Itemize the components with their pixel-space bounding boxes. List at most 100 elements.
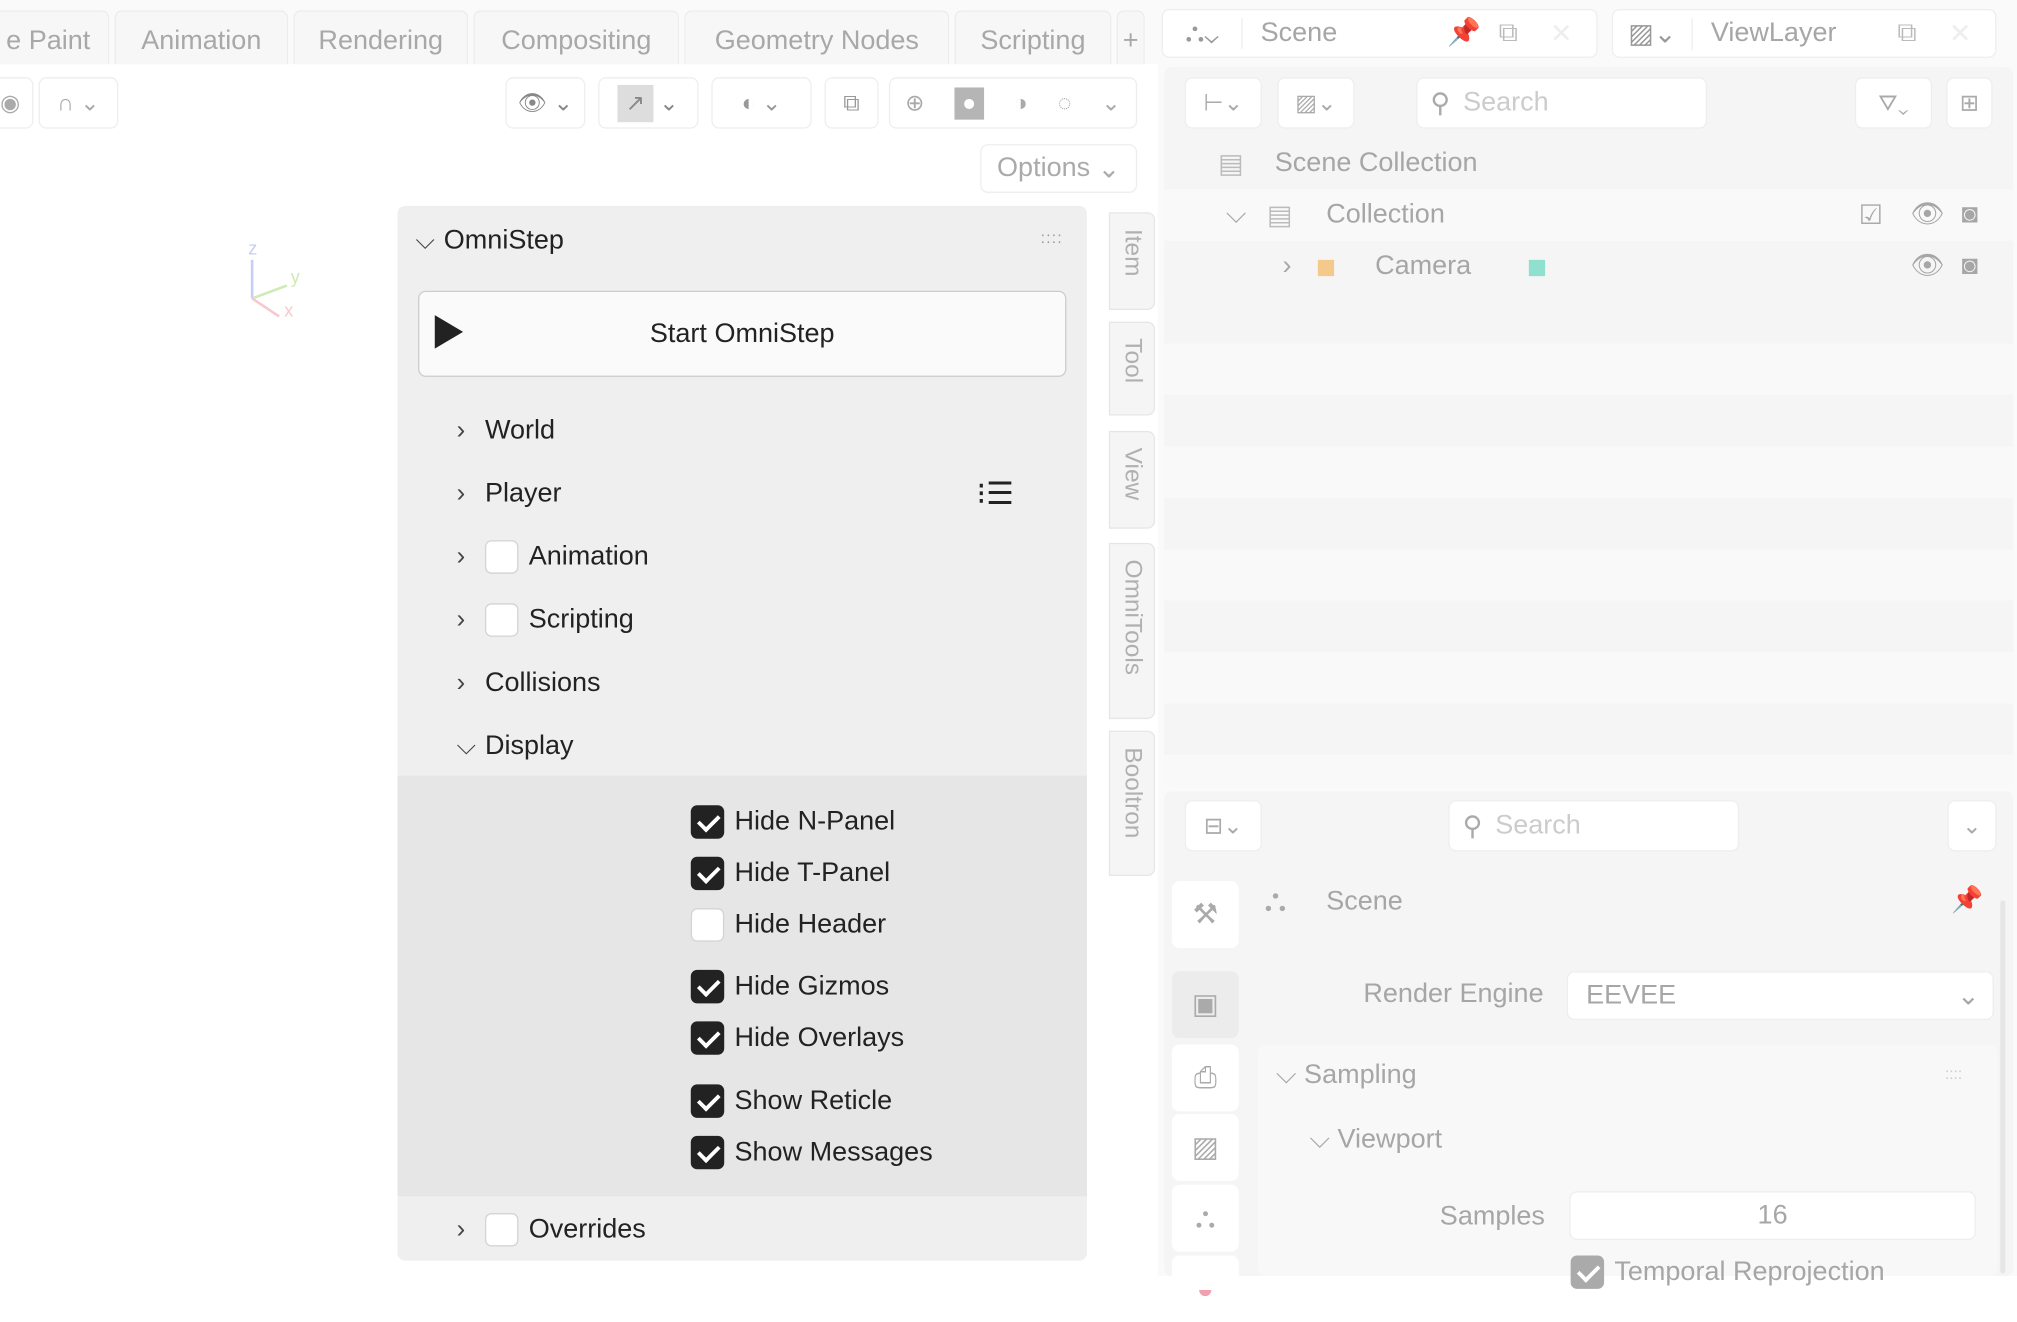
chevron-down-icon[interactable]: ⌄ <box>1101 89 1120 116</box>
duplicate-view-layer-icon[interactable]: ⧉ <box>1897 18 1948 49</box>
omnistep-header[interactable]: ⌵ OmniStep <box>415 221 563 260</box>
rendered-shading-icon[interactable]: ◌ <box>1058 89 1072 116</box>
render-engine-dropdown[interactable]: EEVEE ⌄ <box>1566 971 1994 1021</box>
start-omnistep-button[interactable]: Start OmniStep <box>418 290 1067 377</box>
checkbox[interactable] <box>690 908 725 942</box>
checkbox[interactable] <box>690 856 725 891</box>
scripting-checkbox[interactable] <box>484 603 519 637</box>
editor-type-dropdown[interactable]: ⊟⌄ <box>1184 800 1262 852</box>
options-dropdown[interactable]: Options ⌄ <box>980 144 1138 193</box>
section-scripting[interactable]: › Scripting <box>457 601 634 640</box>
workspace-tab-animation[interactable]: Animation <box>114 10 289 65</box>
view-layer-filter-dropdown[interactable]: ▨⌄ <box>1277 77 1355 129</box>
filter-dropdown[interactable]: ⛛⌄ <box>1854 77 1933 129</box>
view-layer-selector[interactable]: ▨⌄ ViewLayer ⧉ ✕ <box>1611 9 1997 58</box>
material-shading-icon[interactable]: ◑ <box>1014 89 1028 116</box>
show-messages-option[interactable]: Show Messages <box>690 1133 933 1172</box>
checkbox[interactable] <box>1570 1255 1605 1289</box>
chevron-right-icon[interactable]: › <box>1282 251 1315 282</box>
section-player[interactable]: › Player <box>457 475 562 514</box>
sidebar-tab-item[interactable]: Item <box>1108 212 1156 311</box>
context-label: Scene <box>1326 886 1403 916</box>
visibility-selectability-dropdown[interactable]: 👁 ⌄ <box>505 77 586 129</box>
pin-icon[interactable]: 📌 <box>1951 884 1983 916</box>
samples-label: Samples <box>1439 1201 1545 1232</box>
hide-overlays-option[interactable]: Hide Overlays <box>690 1019 904 1058</box>
samples-field[interactable]: 16 <box>1569 1191 1976 1241</box>
world-tab-icon[interactable]: ◒ <box>1171 1255 1239 1322</box>
wireframe-shading-icon[interactable]: ⊕ <box>905 89 924 116</box>
shading-modes[interactable]: ⊕ ● ◑ ◌ ⌄ <box>888 77 1138 129</box>
checkbox[interactable] <box>690 1084 725 1118</box>
scene-icon: ⛬ <box>1264 883 1287 919</box>
workspace-tab-rendering[interactable]: Rendering <box>293 10 469 65</box>
hide-gizmos-option[interactable]: Hide Gizmos <box>690 967 889 1006</box>
outliner-item-scene-collection[interactable]: ▤ Scene Collection <box>1164 138 2013 189</box>
close-icon[interactable]: ✕ <box>1550 17 1596 49</box>
camera-render-icon[interactable]: ◙ <box>1962 251 2013 282</box>
render-tab-icon[interactable]: ▣ <box>1171 971 1239 1039</box>
camera-data-icon[interactable]: ■ <box>1527 246 1910 286</box>
falloff-dropdown[interactable]: ∩ ⌄ <box>38 77 119 129</box>
sidebar-tab-tool[interactable]: Tool <box>1108 321 1156 416</box>
workspace-tab-geometry-nodes[interactable]: Geometry Nodes <box>684 10 950 65</box>
hide-header-option[interactable]: Hide Header <box>690 906 886 945</box>
scrollbar[interactable] <box>2000 900 2006 1274</box>
workspace-tab-scripting[interactable]: Scripting <box>954 10 1112 65</box>
sampling-header[interactable]: ⌵ Sampling <box>1276 1060 1417 1091</box>
section-overrides[interactable]: › Overrides <box>457 1210 646 1249</box>
scene-tab-icon[interactable]: ⛬ <box>1171 1184 1239 1252</box>
overlays-toggle[interactable]: ◐ ⌄ <box>711 77 812 129</box>
outliner-item-camera[interactable]: › ■ Camera ■ 👁 ◙ <box>1164 241 2013 292</box>
outliner-search-input[interactable]: ⚲ Search <box>1416 77 1707 129</box>
new-collection-button[interactable]: ⊞ <box>1946 77 1993 129</box>
sidebar-tab-omnitools[interactable]: OmniTools <box>1108 542 1156 720</box>
sidebar-tab-view[interactable]: View <box>1108 430 1156 529</box>
checkbox[interactable] <box>690 1135 725 1170</box>
drag-handle-icon[interactable]: :::: <box>1945 1065 1962 1083</box>
workspace-tab-compositing[interactable]: Compositing <box>473 10 680 65</box>
animation-checkbox[interactable] <box>484 540 519 574</box>
duplicate-scene-icon[interactable]: ⧉ <box>1499 18 1550 49</box>
proportional-edit-button[interactable]: ◉ <box>0 77 34 129</box>
eye-icon[interactable]: 👁 <box>1910 199 1961 230</box>
hide-t-panel-option[interactable]: Hide T-Panel <box>690 854 890 893</box>
presets-list-icon[interactable]: ⁝☰ <box>976 476 1014 513</box>
navigation-gizmo-axes[interactable]: z y x <box>238 234 315 327</box>
chevron-down-icon: ⌵ <box>456 731 477 760</box>
section-animation[interactable]: › Animation <box>457 538 649 577</box>
close-icon[interactable]: ✕ <box>1949 17 1995 49</box>
output-tab-icon[interactable]: ⎙ <box>1171 1044 1239 1112</box>
exclude-checkbox[interactable]: ☑ <box>1859 199 1910 231</box>
pin-icon[interactable]: 📌 <box>1447 18 1498 49</box>
show-reticle-option[interactable]: Show Reticle <box>690 1082 892 1121</box>
tool-tab-icon[interactable]: ⚒ <box>1171 881 1239 949</box>
workspace-tab-texture-paint[interactable]: e Paint <box>0 10 110 65</box>
eye-icon[interactable]: 👁 <box>1910 251 1961 282</box>
hide-n-panel-option[interactable]: Hide N-Panel <box>690 803 895 842</box>
checkbox[interactable] <box>690 969 725 1004</box>
checkbox[interactable] <box>690 805 725 839</box>
outliner: ⊢⌄ ▨⌄ ⚲ Search ⛛⌄ ⊞ ▤ Scene Collection ⌵ ▤ C… <box>1164 66 2014 788</box>
section-world[interactable]: › World <box>457 412 555 451</box>
solid-shading-icon[interactable]: ● <box>954 86 984 119</box>
section-collisions[interactable]: › Collisions <box>457 664 601 703</box>
outliner-item-collection[interactable]: ⌵ ▤ Collection ☑ 👁 ◙ <box>1164 189 2014 241</box>
checkbox[interactable] <box>690 1021 725 1055</box>
viewport-subpanel-header[interactable]: ⌵ Viewport <box>1310 1124 1443 1155</box>
chevron-down-icon[interactable]: ⌵ <box>1226 199 1267 230</box>
drag-handle-icon[interactable]: :::: <box>1041 229 1063 247</box>
camera-render-icon[interactable]: ◙ <box>1962 199 2013 230</box>
gizmo-toggle[interactable]: ↗ ⌄ <box>598 77 699 129</box>
xray-toggle[interactable]: ⧉ <box>824 77 879 129</box>
scene-selector[interactable]: ⛬⌄ Scene 📌 ⧉ ✕ <box>1161 9 1598 58</box>
add-workspace-button[interactable]: + <box>1116 10 1145 65</box>
properties-search-input[interactable]: ⚲ Search <box>1448 800 1740 852</box>
temporal-reprojection-option[interactable]: Temporal Reprojection <box>1570 1255 1885 1289</box>
display-mode-dropdown[interactable]: ⊢⌄ <box>1184 77 1262 129</box>
sidebar-tab-booltron[interactable]: Booltron <box>1108 730 1156 877</box>
view-layer-tab-icon[interactable]: ▨ <box>1171 1113 1239 1181</box>
section-display[interactable]: ⌵ Display <box>457 727 574 766</box>
overrides-checkbox[interactable] <box>484 1213 519 1247</box>
options-chevron-button[interactable]: ⌄ <box>1947 800 1997 852</box>
